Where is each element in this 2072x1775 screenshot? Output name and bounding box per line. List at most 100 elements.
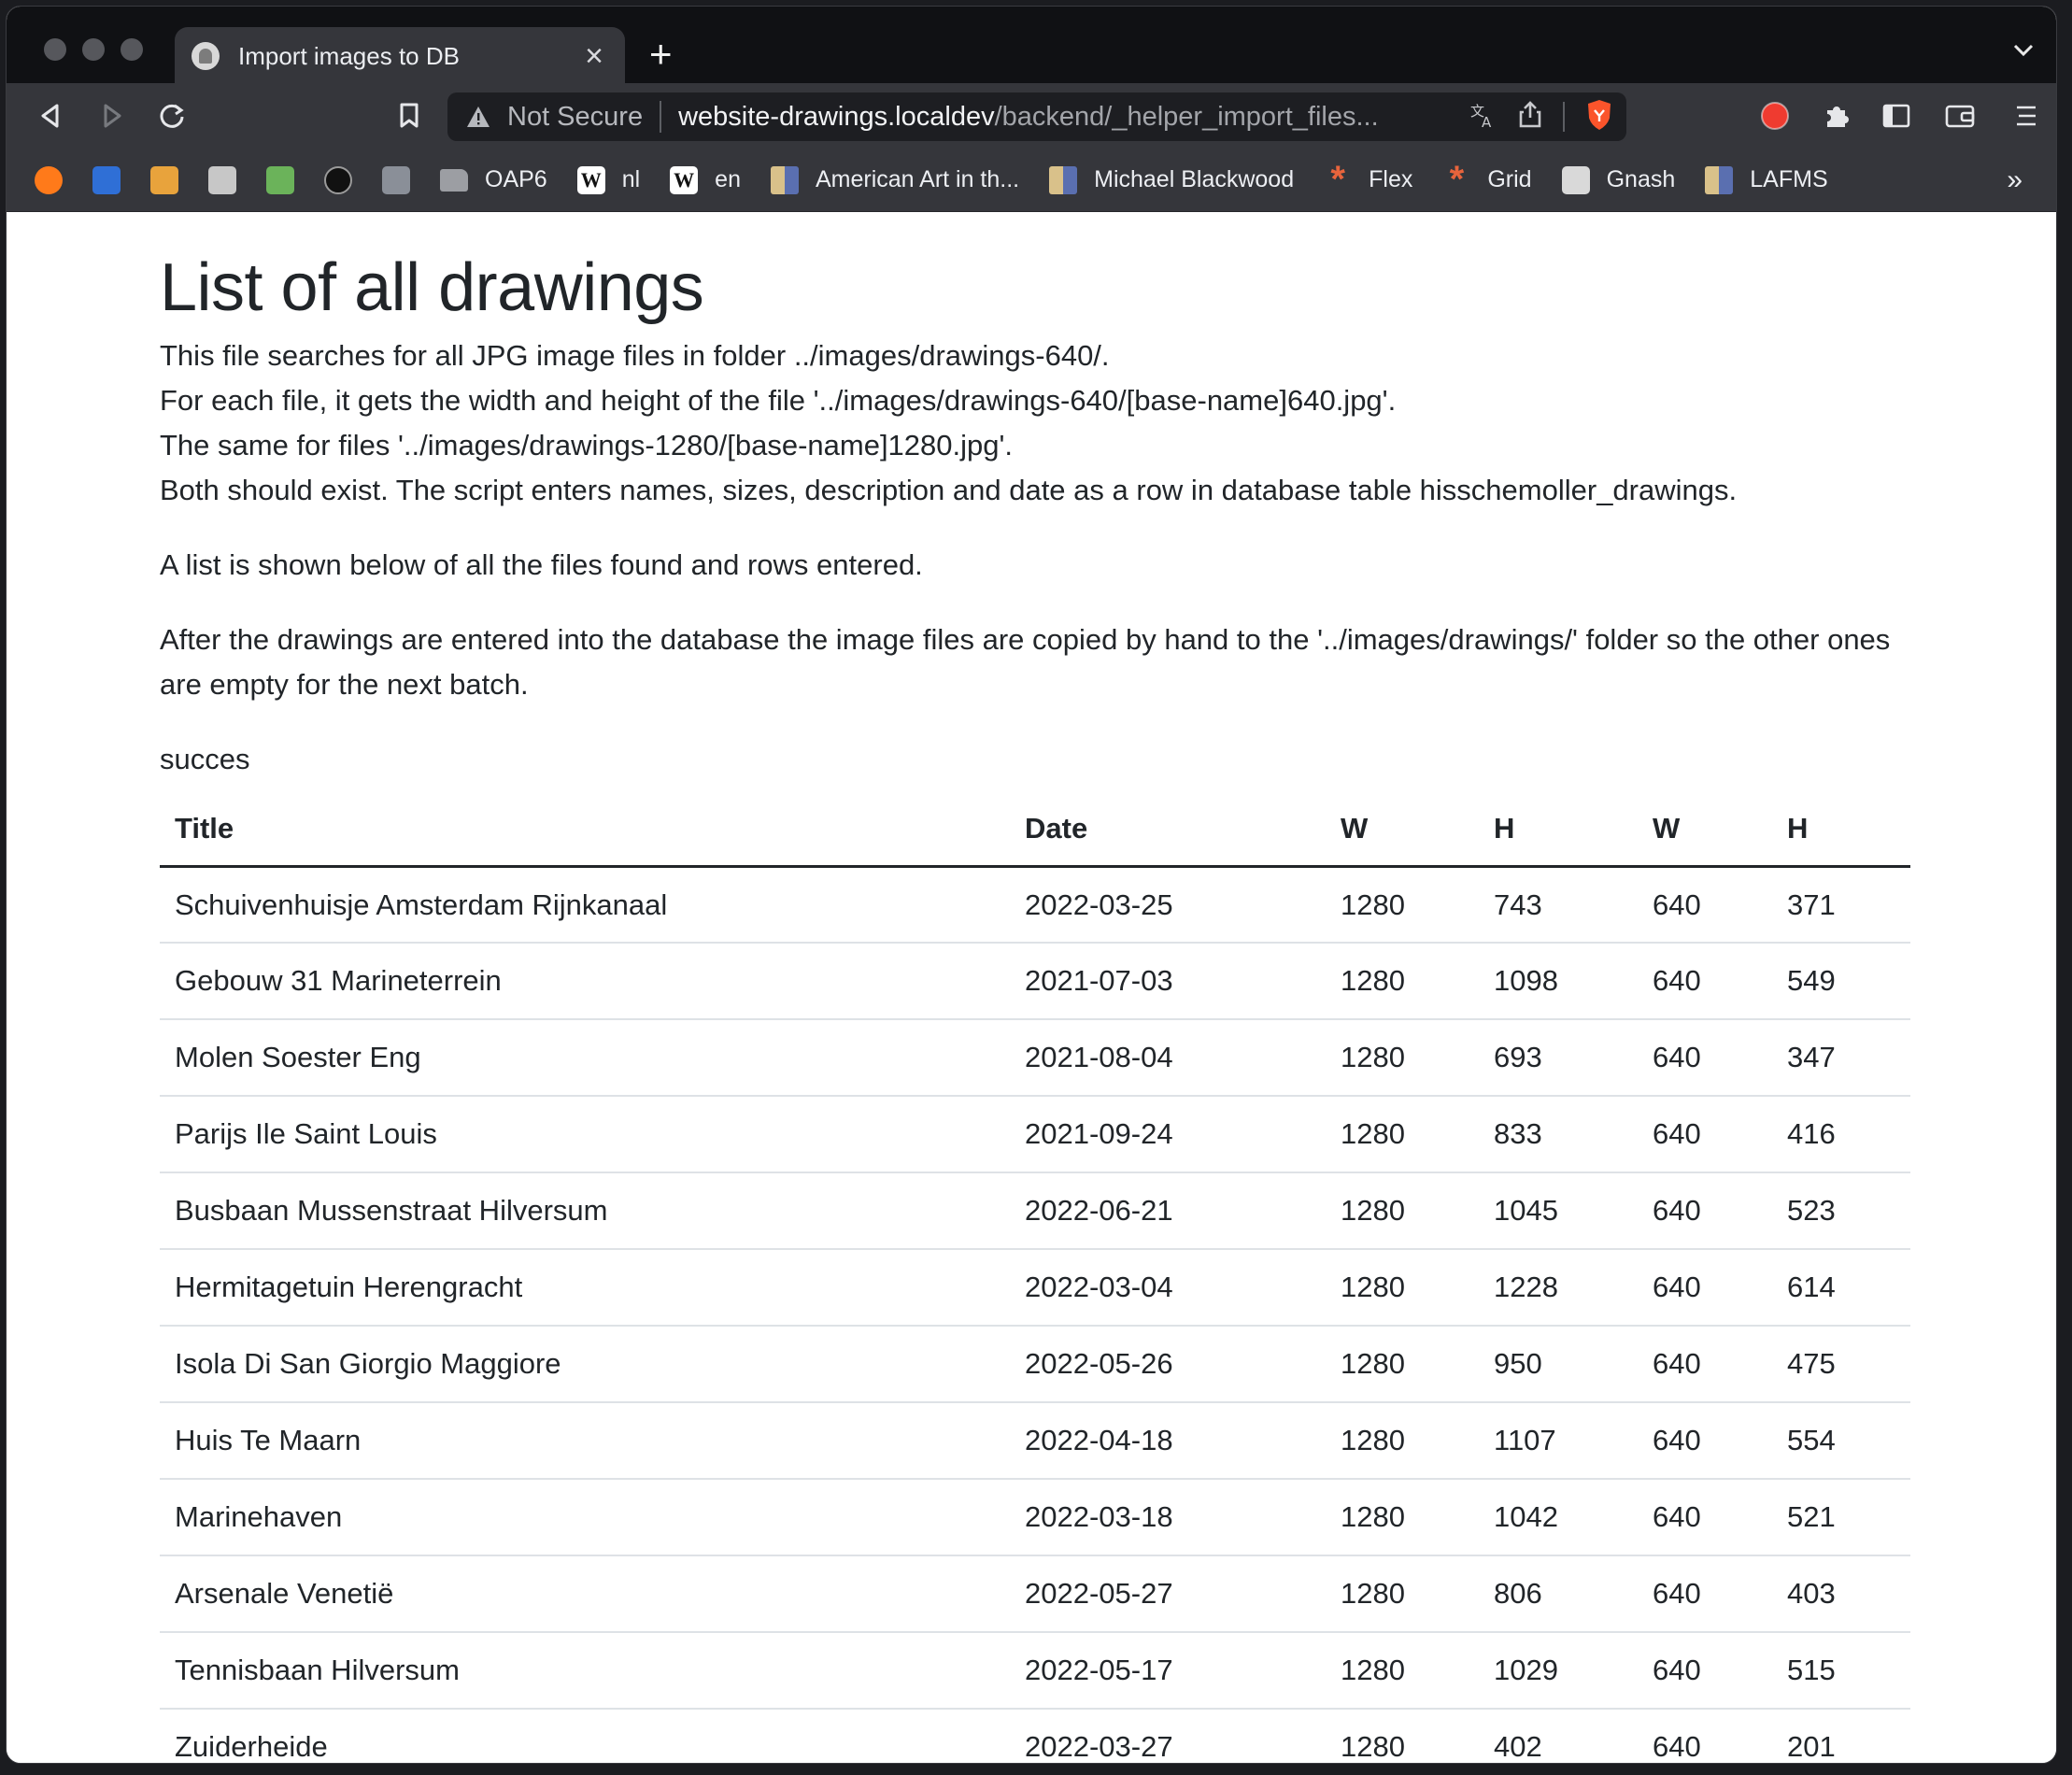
page-title: List of all drawings xyxy=(160,250,704,325)
bookmark-item[interactable]: * Flex xyxy=(1324,159,1412,200)
tile-icon xyxy=(1705,165,1734,194)
bookmark-label: Gnash xyxy=(1606,166,1676,192)
asterisk-icon: * xyxy=(1330,159,1345,200)
url-text[interactable]: website-drawings.localdev/backend/_helpe… xyxy=(678,102,1456,133)
copy-note: After the drawings are entered into the … xyxy=(160,623,1891,702)
bookmark-label: American Art in th... xyxy=(815,166,1020,192)
cell-width-640: 640 xyxy=(1638,1709,1772,1763)
synology-icon xyxy=(208,165,236,194)
cell-title: Marinehaven xyxy=(160,1479,1010,1557)
bookmark-item[interactable]: Wen xyxy=(670,165,741,194)
bookmark-item[interactable]: LAFMS xyxy=(1705,165,1828,194)
cell-width-1280: 1280 xyxy=(1326,1555,1479,1634)
cell-title: Tennisbaan Hilversum xyxy=(160,1632,1010,1711)
drawings-table: Title Date W H W H Schuivenhuisje Amster… xyxy=(160,791,1910,1763)
column-header-width-640: W xyxy=(1638,791,1772,868)
tab-close-icon[interactable]: × xyxy=(580,40,608,72)
bookmark-item[interactable]: American Art in th... xyxy=(770,165,1020,194)
cell-date: 2022-03-27 xyxy=(1010,1709,1326,1763)
translate-icon[interactable]: 文A xyxy=(1469,101,1497,134)
record-icon[interactable] xyxy=(1759,100,1791,132)
bookmark-item[interactable]: * Grid xyxy=(1442,159,1532,200)
address-bar[interactable]: Not Secure website-drawings.localdev/bac… xyxy=(447,92,1626,141)
cell-height-1280: 693 xyxy=(1479,1019,1638,1098)
bookmark-item[interactable] xyxy=(150,165,178,194)
cell-height-1280: 1029 xyxy=(1479,1632,1638,1711)
cell-width-640: 640 xyxy=(1638,1096,1772,1174)
table-row: Isola Di San Giorgio Maggiore 2022-05-26 1… xyxy=(160,1326,1910,1404)
cell-width-640: 640 xyxy=(1638,1019,1772,1098)
cell-width-640: 640 xyxy=(1638,943,1772,1021)
intro-line: This file searches for all JPG image fil… xyxy=(160,339,1110,373)
cell-height-1280: 1228 xyxy=(1479,1249,1638,1328)
tab-import-images[interactable]: Import images to DB × xyxy=(175,27,625,85)
map-leaf-icon xyxy=(266,165,294,194)
bookmark-item[interactable] xyxy=(35,165,63,194)
cell-width-1280: 1280 xyxy=(1326,866,1479,944)
share-icon[interactable] xyxy=(1518,100,1542,134)
cell-width-1280: 1280 xyxy=(1326,943,1479,1021)
zoom-window-button[interactable] xyxy=(121,38,143,61)
cell-height-1280: 402 xyxy=(1479,1709,1638,1763)
new-tab-button[interactable]: + xyxy=(649,35,673,74)
security-label[interactable]: Not Secure xyxy=(507,102,643,133)
bookmark-icon[interactable] xyxy=(393,100,425,132)
table-row: Tennisbaan Hilversum 2022-05-17 1280 1029 64… xyxy=(160,1632,1910,1711)
minimize-window-button[interactable] xyxy=(82,38,105,61)
table-row: Zuiderheide 2022-03-27 1280 402 640 201 xyxy=(160,1709,1910,1763)
cell-title: Zuiderheide xyxy=(160,1709,1010,1763)
list-note: A list is shown below of all the files f… xyxy=(160,548,923,582)
cell-title: Isola Di San Giorgio Maggiore xyxy=(160,1326,1010,1404)
cell-date: 2021-07-03 xyxy=(1010,943,1326,1021)
cell-height-640: 371 xyxy=(1772,866,1910,944)
close-window-button[interactable] xyxy=(44,38,66,61)
cell-date: 2022-06-21 xyxy=(1010,1172,1326,1251)
table-row: Hermitagetuin Herengracht 2022-03-04 1280 1… xyxy=(160,1249,1910,1328)
reload-icon[interactable] xyxy=(156,100,188,132)
forward-icon[interactable] xyxy=(96,100,128,132)
status-message: succes xyxy=(160,743,250,776)
back-icon[interactable] xyxy=(35,100,66,132)
tile-icon xyxy=(770,165,799,194)
cell-date: 2022-03-18 xyxy=(1010,1479,1326,1557)
cell-title: Gebouw 31 Marineterrein xyxy=(160,943,1010,1021)
bookmark-item[interactable] xyxy=(324,165,352,194)
rss-icon xyxy=(35,165,63,194)
extensions-icon[interactable] xyxy=(1821,100,1852,132)
menu-icon[interactable] xyxy=(2009,100,2041,132)
tile-icon xyxy=(1049,165,1078,194)
cell-width-640: 640 xyxy=(1638,1326,1772,1404)
column-header-date: Date xyxy=(1010,791,1326,868)
bookmark-label: en xyxy=(715,166,741,192)
column-header-title: Title xyxy=(160,791,1010,868)
circle-blue-icon xyxy=(92,165,121,194)
column-header-height-1280: H xyxy=(1479,791,1638,868)
cell-date: 2021-09-24 xyxy=(1010,1096,1326,1174)
bookmark-item[interactable]: Wnl xyxy=(576,165,640,194)
cell-height-1280: 833 xyxy=(1479,1096,1638,1174)
cell-width-1280: 1280 xyxy=(1326,1326,1479,1404)
sidebar-icon[interactable] xyxy=(1880,100,1912,132)
bookmark-item[interactable]: OAP6 xyxy=(440,166,547,193)
table-header-row: Title Date W H W H xyxy=(160,791,1910,868)
bookmarks-overflow-chevron-icon[interactable]: » xyxy=(2007,164,2022,196)
bookmark-item[interactable]: Gnash xyxy=(1561,165,1676,194)
building-icon xyxy=(382,165,410,194)
cell-height-640: 549 xyxy=(1772,943,1910,1021)
tab-list-chevron-icon[interactable] xyxy=(2013,44,2034,62)
brave-shields-icon[interactable] xyxy=(1585,99,1613,135)
bookmark-label: OAP6 xyxy=(485,166,547,192)
cell-width-1280: 1280 xyxy=(1326,1632,1479,1711)
cell-width-640: 640 xyxy=(1638,1172,1772,1251)
bookmark-item[interactable] xyxy=(208,165,236,194)
table-row: Schuivenhuisje Amsterdam Rijnkanaal 2022-… xyxy=(160,866,1910,944)
bookmark-item[interactable]: Michael Blackwood xyxy=(1049,165,1294,194)
cell-width-1280: 1280 xyxy=(1326,1096,1479,1174)
bookmark-item[interactable] xyxy=(266,165,294,194)
cell-title: Parijs Ile Saint Louis xyxy=(160,1096,1010,1174)
bookmark-item[interactable] xyxy=(92,165,121,194)
cell-date: 2022-03-04 xyxy=(1010,1249,1326,1328)
bookmark-item[interactable] xyxy=(382,165,410,194)
cell-date: 2022-04-18 xyxy=(1010,1402,1326,1481)
wallet-icon[interactable] xyxy=(1944,100,1976,132)
